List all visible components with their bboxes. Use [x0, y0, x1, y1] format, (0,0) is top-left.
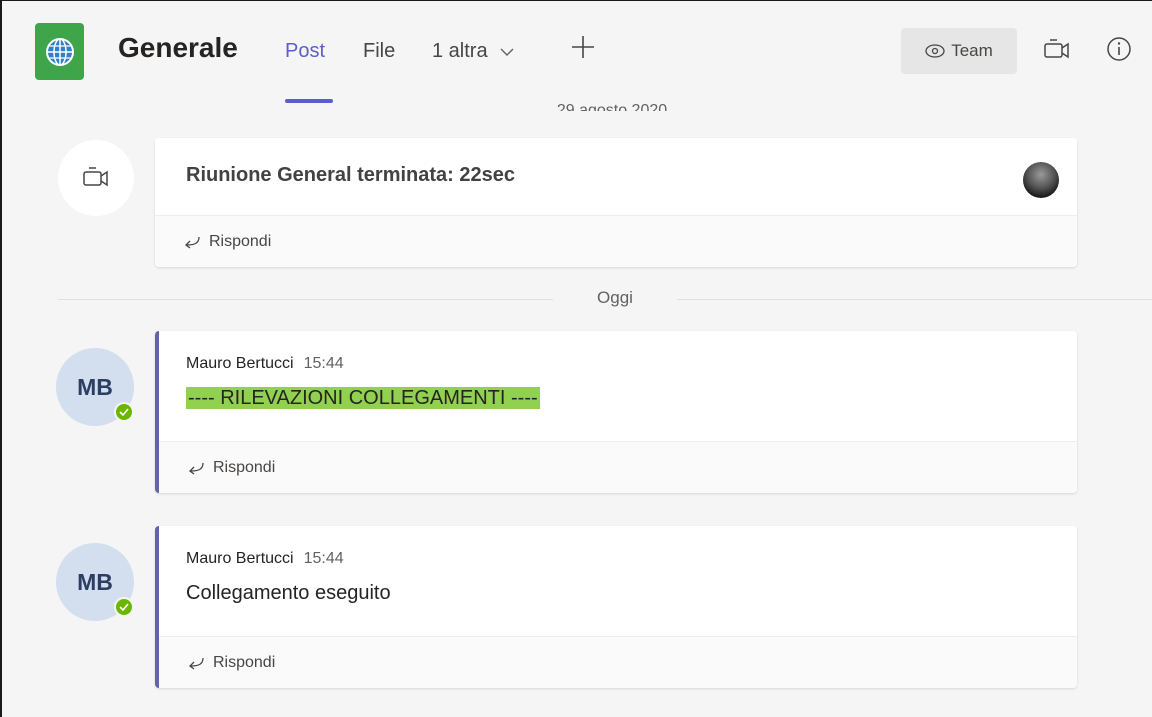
meeting-event-avatar	[58, 140, 134, 216]
reply-label: Rispondi	[213, 653, 276, 671]
reply-icon	[185, 236, 200, 249]
meeting-ended-text: Riunione General terminata: 22sec	[186, 164, 516, 186]
participant-avatar[interactable]	[1023, 162, 1059, 198]
tab-more[interactable]: 1 altra	[432, 40, 515, 63]
team-button[interactable]: Team	[901, 28, 1017, 74]
checkmark-icon	[119, 603, 129, 611]
reply-icon	[189, 657, 204, 670]
avatar-initials: MB	[77, 568, 113, 595]
channel-header: Generale Post File 1 altra Team	[2, 1, 1152, 105]
team-button-label: Team	[951, 41, 993, 60]
reply-label: Rispondi	[213, 458, 276, 476]
reply-button[interactable]: Rispondi	[159, 636, 1077, 688]
chevron-down-icon	[500, 48, 514, 56]
active-tab-indicator	[285, 99, 333, 103]
message-time: 15:44	[303, 550, 344, 567]
add-icon[interactable]	[570, 34, 596, 60]
tab-file[interactable]: File	[363, 40, 395, 63]
team-avatar[interactable]	[35, 23, 84, 80]
reply-button[interactable]: Rispondi	[155, 215, 1077, 267]
presence-available-badge	[114, 597, 134, 617]
message-author: Mauro Bertucci	[186, 550, 294, 567]
info-icon[interactable]	[1105, 35, 1133, 63]
message-card: Mauro Bertucci 15:44 ---- RILEVAZIONI COL…	[155, 331, 1077, 493]
date-separator-partial: 29 agosto 2020	[556, 102, 668, 111]
message-header: Mauro Bertucci 15:44	[186, 550, 344, 568]
highlighted-text: ---- RILEVAZIONI COLLEGAMENTI ----	[186, 387, 540, 409]
message-body[interactable]: Mauro Bertucci 15:44 Collegamento eseguit…	[159, 526, 1077, 636]
message-author: Mauro Bertucci	[186, 355, 294, 372]
message-header: Mauro Bertucci 15:44	[186, 355, 344, 373]
message-text: ---- RILEVAZIONI COLLEGAMENTI ----	[186, 387, 540, 410]
meeting-ended-card: Riunione General terminata: 22sec Rispon…	[155, 138, 1077, 267]
tab-post[interactable]: Post	[285, 40, 325, 63]
meet-now-icon	[83, 167, 108, 187]
checkmark-icon	[119, 408, 129, 416]
channel-title: Generale	[118, 32, 238, 63]
eye-icon	[925, 44, 945, 58]
date-divider-today: Oggi	[553, 288, 677, 308]
tab-more-label: 1 altra	[432, 40, 488, 62]
message-text: Collegamento eseguito	[186, 582, 391, 604]
globe-icon	[45, 37, 74, 66]
message-card: Mauro Bertucci 15:44 Collegamento eseguit…	[155, 526, 1077, 688]
message-body[interactable]: Mauro Bertucci 15:44 ---- RILEVAZIONI COL…	[159, 331, 1077, 441]
avatar[interactable]: MB	[56, 348, 134, 426]
reply-button[interactable]: Rispondi	[159, 441, 1077, 493]
teams-channel-view: Generale Post File 1 altra Team 29 agost…	[0, 0, 1152, 717]
avatar-initials: MB	[77, 373, 113, 400]
message-time: 15:44	[303, 355, 344, 372]
reply-icon	[189, 462, 204, 475]
meeting-ended-body[interactable]: Riunione General terminata: 22sec	[155, 138, 1077, 215]
avatar[interactable]: MB	[56, 543, 134, 621]
meet-now-icon[interactable]	[1042, 35, 1072, 65]
presence-available-badge	[114, 402, 134, 422]
reply-label: Rispondi	[209, 232, 272, 250]
